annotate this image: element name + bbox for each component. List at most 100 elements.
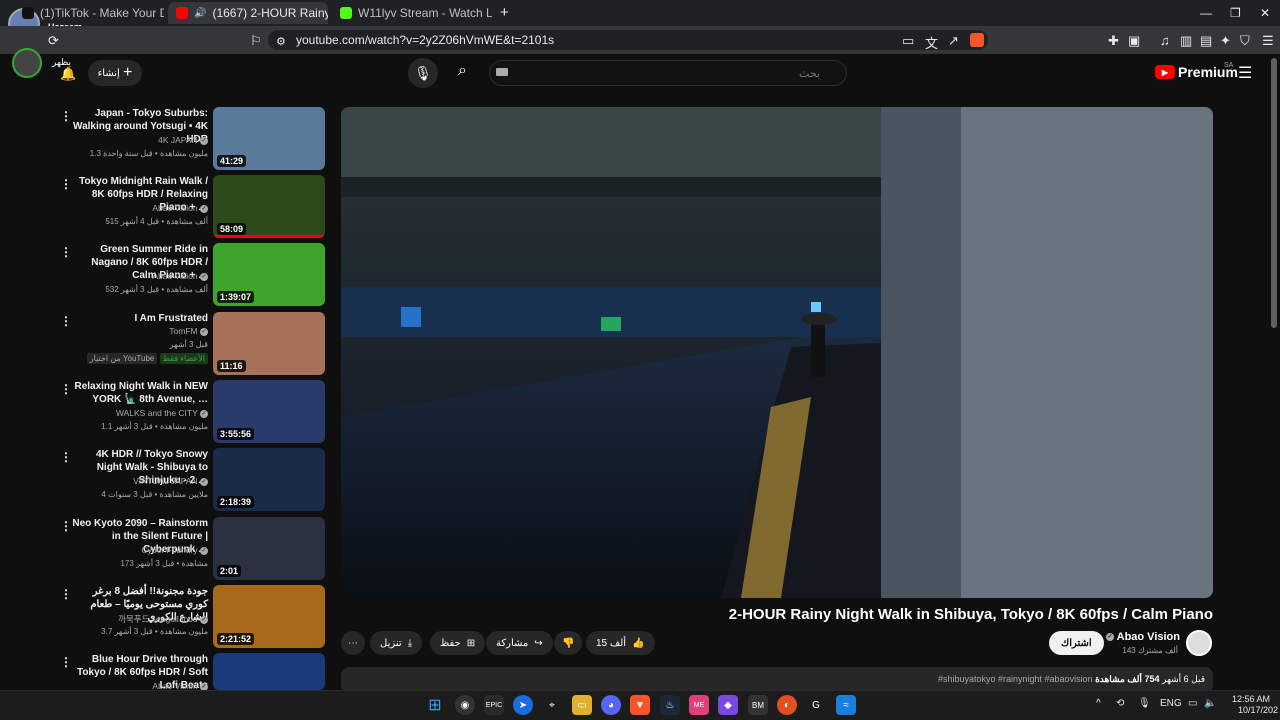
sidebar-icon[interactable]: ▣ — [1128, 33, 1140, 49]
volume-icon[interactable]: 🔈 — [1204, 698, 1216, 709]
video-thumbnail[interactable] — [213, 653, 325, 690]
share-button[interactable]: مشاركة ↪ — [486, 631, 553, 655]
discord-icon[interactable]: ◕ — [601, 695, 621, 715]
url-field[interactable]: youtube.com/watch?v=2y2Z06hVmWE&t=2101s — [268, 30, 988, 50]
list-item[interactable]: ⋮ 4K HDR // Tokyo Snowy Night Walk - Shi… — [56, 448, 326, 512]
maximize-button[interactable]: ❐ — [1230, 6, 1241, 20]
keyboard-icon[interactable] — [496, 68, 508, 76]
video-card-channel[interactable]: VIRTUAL JAPAN ✓ — [133, 476, 208, 486]
app-wave-icon[interactable]: ≈ — [836, 695, 856, 715]
app-orange-icon[interactable]: ◐ — [777, 695, 797, 715]
tab-youtube[interactable]: 🔊 (1667) 2-HOUR Rainy Night W ✕ — [168, 2, 328, 24]
video-thumbnail[interactable]: 2:01 — [213, 517, 325, 580]
subscribe-label: اشتراك — [1061, 637, 1092, 649]
video-thumbnail[interactable]: 41:29 — [213, 107, 325, 170]
save-button[interactable]: حفظ ⊞ — [430, 631, 486, 655]
mic-icon[interactable]: 🎙 — [1138, 698, 1151, 709]
video-card-channel[interactable]: Abao Vision ✓ — [152, 271, 208, 281]
steam-icon[interactable]: ♨ — [660, 695, 680, 715]
video-card-meta: قبل 3 أشهر — [169, 340, 208, 349]
browser-blue-icon[interactable]: ➤ — [513, 695, 533, 715]
channel-label: Abao Vision — [152, 203, 198, 213]
video-card-channel[interactable]: Cyber Foundry ✓ — [141, 545, 208, 555]
vpn-icon[interactable]: ⛉ — [1240, 33, 1250, 49]
tab-kick[interactable]: W11lyv Stream - Watch Live on Ki ✕ — [332, 2, 492, 24]
close-window-button[interactable]: ✕ — [1260, 6, 1270, 20]
clock-date[interactable]: 10/17/202 — [1222, 705, 1278, 715]
translate-icon[interactable]: 文 — [925, 33, 938, 52]
cast-icon[interactable]: ▭ — [902, 33, 914, 49]
video-title: 2-HOUR Rainy Night Walk in Shibuya, Toky… — [728, 606, 1213, 623]
second-avatar[interactable] — [12, 48, 42, 78]
bell-icon[interactable]: 🔔 — [60, 66, 76, 82]
reader-icon[interactable]: ▥ — [1180, 33, 1192, 49]
hamburger-icon[interactable]: ☰ — [1238, 63, 1252, 83]
language-indicator[interactable]: ENG — [1160, 698, 1182, 709]
video-thumbnail[interactable]: 1:39:07 — [213, 243, 325, 306]
list-item[interactable]: ⋮ Tokyo Midnight Rain Walk / 8K 60fps HD… — [56, 175, 326, 239]
download-button[interactable]: تنزيل ⤓ — [370, 631, 423, 655]
extensions-icon[interactable]: ✚ — [1108, 33, 1119, 49]
brave-icon[interactable]: ▼ — [630, 695, 650, 715]
brave-shield-icon[interactable] — [970, 33, 984, 47]
bookmark-icon[interactable]: ⚐ — [250, 33, 262, 49]
video-player[interactable] — [341, 107, 1213, 598]
list-item[interactable]: ⋮ جودة مجنونة!! أفضل 8 برغر كوري مستوحى … — [56, 585, 326, 649]
video-card-channel[interactable]: 까묵푸드 seagull food ✓ — [118, 613, 208, 625]
maps-icon[interactable]: ⌖ — [542, 695, 562, 715]
app-g-icon[interactable]: G — [806, 695, 826, 715]
windows-start-icon[interactable]: ⊞ — [425, 695, 445, 715]
video-card-channel[interactable]: WALKS and the CITY ✓ — [116, 408, 208, 418]
app-pink-icon[interactable]: ME — [689, 695, 709, 715]
page-scrollbar[interactable] — [1271, 58, 1277, 328]
like-button[interactable]: 15 ألف 👍 — [586, 631, 655, 655]
video-thumbnail[interactable]: 11:16 — [213, 312, 325, 375]
create-button[interactable]: إنشاء + — [88, 60, 142, 86]
app-purple-icon[interactable]: ◆ — [718, 695, 738, 715]
music-icon[interactable]: ♫ — [1160, 33, 1170, 48]
list-item[interactable]: ⋮ Japan - Tokyo Suburbs: Walking around … — [56, 107, 326, 171]
tab-tiktok[interactable]: (1)TikTok - Make Your Day — [14, 2, 164, 24]
video-card-channel[interactable]: Abao Vision ✓ — [152, 203, 208, 213]
video-card-channel[interactable]: 4K JAPAN ✓ — [158, 135, 208, 145]
minimize-button[interactable]: — — [1200, 6, 1212, 20]
new-tab-button[interactable]: + — [500, 4, 509, 21]
epic-games-icon[interactable]: EPIC — [484, 695, 504, 715]
wallet-icon[interactable]: ▤ — [1200, 33, 1212, 49]
video-thumbnail[interactable]: 58:09 — [213, 175, 325, 238]
list-item[interactable]: ⋮ Green Summer Ride in Nagano / 8K 60fps… — [56, 243, 326, 307]
more-actions-button[interactable]: ⋯ — [341, 631, 365, 655]
video-thumbnail[interactable]: 2:18:39 — [213, 448, 325, 511]
tray-chevron-icon[interactable]: ^ — [1096, 698, 1101, 709]
list-item[interactable]: ⋮ Neo Kyoto 2090 – Rainstorm in the Sile… — [56, 517, 326, 581]
search-input[interactable]: بحث — [489, 60, 847, 86]
search-icon[interactable]: ⌕ — [458, 62, 467, 80]
list-item[interactable]: ⋮ Relaxing Night Walk in NEW YORK 🗽 8th … — [56, 380, 326, 444]
channel-avatar[interactable] — [1186, 630, 1212, 656]
dislike-button[interactable]: 👎 — [554, 631, 583, 655]
tray-sync-icon[interactable]: ⟲ — [1116, 698, 1124, 709]
app-bm-icon[interactable]: BM — [748, 695, 768, 715]
reload-icon[interactable]: ⟳ — [48, 33, 59, 49]
video-card-title[interactable]: I Am Frustrated — [68, 312, 208, 325]
video-card-channel[interactable]: TomFM ✓ — [169, 326, 208, 336]
video-card-title[interactable]: Relaxing Night Walk in NEW YORK 🗽 8th Av… — [68, 380, 208, 406]
leo-icon[interactable]: ✦ — [1220, 33, 1231, 49]
voice-search-button[interactable]: 🎙 — [408, 58, 438, 88]
subscriber-count: 143 ألف مشترك — [1122, 646, 1178, 655]
clock-time[interactable]: 12:56 AM — [1226, 694, 1270, 704]
subscribe-button[interactable]: اشتراك — [1049, 631, 1104, 655]
network-icon[interactable]: ▭ — [1188, 698, 1197, 709]
share-icon[interactable]: ↗ — [948, 33, 959, 49]
chrome-icon[interactable]: ◉ — [455, 695, 475, 715]
hashtags[interactable]: #shibuyatokyo #rainynight #abaovision — [938, 674, 1093, 684]
video-thumbnail[interactable]: 3:55:56 — [213, 380, 325, 443]
file-explorer-icon[interactable]: ▭ — [572, 695, 592, 715]
menu-icon[interactable]: ☰ — [1262, 33, 1274, 49]
site-info-icon[interactable]: ⚙ — [276, 35, 286, 48]
view-count: 754 ألف مشاهدة — [1095, 674, 1160, 684]
tab-label: (1)TikTok - Make Your Day — [40, 6, 164, 20]
channel-name[interactable]: ✓ Abao Vision — [1100, 631, 1180, 643]
list-item[interactable]: ⋮ I Am Frustrated TomFM ✓ قبل 3 أشهر 11:… — [56, 312, 326, 376]
video-thumbnail[interactable]: 2:21:52 — [213, 585, 325, 648]
